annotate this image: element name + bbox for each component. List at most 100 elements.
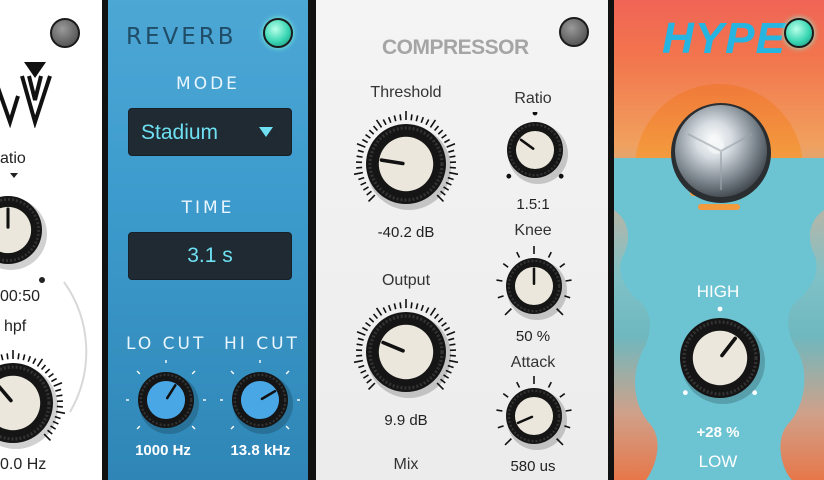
ratio-label-partial: atio: [0, 150, 26, 167]
knob-tick: [136, 370, 141, 375]
knob-tick: [357, 337, 364, 341]
knob-tick: [367, 382, 376, 391]
knob-dot: [532, 110, 538, 116]
knob-tick: [433, 313, 440, 320]
hi-cut-knob[interactable]: [219, 359, 301, 445]
knob-tick: [32, 358, 37, 365]
hi-cut-label: HI CUT: [224, 334, 300, 354]
knob-tick: [365, 321, 371, 327]
knob-tick: [372, 313, 379, 320]
knob-tick: [230, 425, 235, 430]
knob-tick: [353, 359, 364, 364]
hype-panel: HYPE HIGH +28 % LOW: [614, 0, 824, 480]
knob-cap: [240, 380, 280, 420]
knob-tick: [40, 364, 47, 371]
knob-tick: [382, 307, 387, 314]
knob-tick: [191, 370, 196, 375]
knob-tick: [410, 114, 413, 121]
knob-tick: [443, 326, 451, 332]
attack-label: Attack: [510, 354, 556, 371]
knob-tick: [358, 176, 365, 181]
knob-tick: [55, 388, 62, 392]
knob-tick: [366, 378, 372, 384]
compressor-power-led[interactable]: [559, 17, 589, 47]
threshold-label: Threshold: [370, 84, 442, 101]
high-knob[interactable]: [672, 306, 768, 415]
knob-dot: [717, 306, 723, 312]
knob-cap: [378, 136, 434, 192]
knob-tick: [504, 438, 512, 446]
knob-tick: [358, 364, 365, 369]
knob-cap: [515, 130, 555, 170]
knob-tick: [375, 307, 383, 316]
high-label: HIGH: [696, 282, 740, 301]
knob-tick: [547, 381, 552, 388]
mix-label: Mix: [393, 456, 419, 473]
output-knob[interactable]: [346, 292, 466, 417]
knob-tick: [441, 321, 447, 327]
knob-tick: [497, 295, 504, 299]
knob-cap: [514, 396, 554, 436]
compressor-panel: COMPRESSOR Threshold -40.2 dB Ratio 1.5:…: [316, 0, 608, 480]
knob-tick: [547, 251, 552, 258]
knob-tick: [399, 302, 402, 309]
knob-tick: [356, 343, 363, 346]
knob-tick: [362, 374, 369, 379]
mode-dropdown[interactable]: Stadium: [128, 108, 292, 156]
knob-tick: [516, 251, 521, 258]
reverb-panel: REVERB MODE Stadium TIME 3.1 s LO CUT HI…: [108, 0, 308, 480]
knob-tick: [44, 368, 51, 374]
knob-tick: [410, 302, 413, 309]
knee-value: 50 %: [515, 328, 551, 345]
knob-tick: [504, 308, 512, 316]
time-label: TIME: [181, 198, 235, 218]
attack-knob[interactable]: [494, 375, 574, 461]
knob-tick: [368, 317, 375, 323]
knob-tick: [497, 425, 504, 429]
lo-cut-knob[interactable]: [125, 359, 207, 445]
knob-tick: [420, 116, 425, 123]
knob-tick: [449, 155, 456, 158]
knob-tick: [565, 279, 572, 282]
knob-tick: [393, 115, 397, 122]
time-display[interactable]: 3.1 s: [128, 232, 292, 280]
reverb-power-led[interactable]: [263, 18, 293, 48]
power-led-left[interactable]: [50, 18, 80, 48]
knob-tick: [443, 138, 451, 144]
knee-knob[interactable]: [494, 245, 574, 331]
knob-tick: [0, 354, 4, 361]
hpf-value-partial: 0.0 Hz: [0, 456, 47, 473]
knob-tick: [356, 142, 366, 148]
knob-tick: [446, 142, 456, 148]
hi-cut-value: 13.8 kHz: [230, 442, 291, 459]
knob-tick: [387, 116, 392, 123]
threshold-knob[interactable]: [346, 104, 466, 229]
knob-tick: [387, 304, 392, 311]
hype-main-knob[interactable]: [668, 100, 774, 211]
low-label: LOW: [698, 452, 738, 471]
knob-tick: [48, 372, 54, 378]
knob-tick: [429, 119, 437, 128]
knob-tick: [502, 263, 509, 268]
knob-tick: [36, 358, 44, 367]
mode-value: Stadium: [141, 121, 219, 144]
high-value: +28 %: [696, 424, 740, 441]
knob-tick: [448, 337, 455, 341]
knob-dot: [506, 173, 512, 179]
compressor-title: COMPRESSOR: [382, 36, 529, 59]
hype-power-led[interactable]: [784, 18, 814, 48]
knob-tick: [361, 326, 369, 332]
attack-value: 580 us: [510, 458, 556, 475]
knob-tick: [449, 343, 456, 346]
ratio-knob[interactable]: [498, 110, 572, 197]
knob-tick: [516, 381, 521, 388]
hpf-knob-partial[interactable]: [0, 348, 68, 463]
ratio-knob-partial[interactable]: [0, 188, 50, 277]
knob-tick: [382, 119, 387, 126]
knob-tick: [415, 303, 419, 310]
knob-tick: [441, 133, 447, 139]
knob-tick: [502, 393, 509, 398]
triangle-down-icon: [259, 127, 273, 137]
ratio-label: Ratio: [514, 90, 552, 107]
knob-tick: [437, 317, 444, 323]
